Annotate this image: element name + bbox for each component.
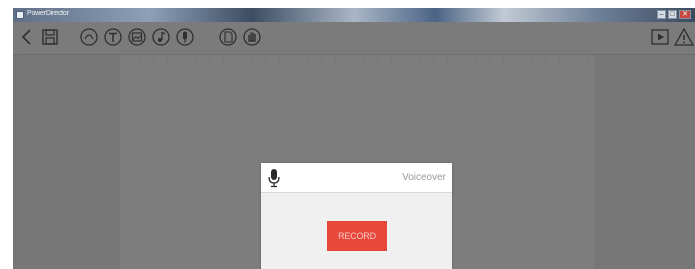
voiceover-button[interactable]	[175, 27, 195, 47]
window-title: PowerDirector	[27, 10, 69, 17]
app-window: PowerDirector – □ ✕ Voiceover RECORD	[13, 8, 695, 269]
add-music-button[interactable]	[151, 27, 171, 47]
document-icon	[219, 28, 237, 46]
hand-tool-button[interactable]	[242, 27, 262, 47]
play-button[interactable]	[650, 27, 670, 47]
back-icon	[21, 29, 31, 45]
close-button[interactable]: ✕	[679, 10, 691, 19]
left-ruler	[13, 55, 19, 269]
title-bar: PowerDirector – □ ✕	[13, 8, 695, 22]
shape-circle-icon	[80, 28, 98, 46]
left-workspace	[13, 55, 120, 269]
save-icon	[42, 29, 58, 45]
record-button[interactable]: RECORD	[327, 221, 387, 251]
add-text-button[interactable]	[103, 27, 123, 47]
microphone-icon	[268, 169, 280, 188]
top-ruler	[13, 55, 695, 61]
window-controls: – □ ✕	[657, 10, 691, 20]
toolbar	[13, 22, 695, 55]
add-document-button[interactable]	[218, 27, 238, 47]
voiceover-dialog: Voiceover RECORD	[261, 163, 452, 269]
back-button[interactable]	[17, 27, 37, 47]
image-icon	[128, 28, 146, 46]
music-icon	[152, 28, 170, 46]
app-logo-icon	[16, 11, 24, 19]
warning-icon	[674, 27, 694, 46]
add-image-button[interactable]	[127, 27, 147, 47]
save-button[interactable]	[40, 27, 60, 47]
dialog-title: Voiceover	[402, 172, 446, 183]
warning-button[interactable]	[674, 27, 694, 47]
play-icon	[651, 29, 669, 45]
minimize-button[interactable]: –	[657, 10, 666, 19]
microphone-icon	[176, 28, 194, 46]
maximize-button[interactable]: □	[668, 10, 677, 19]
right-workspace	[594, 55, 695, 269]
dialog-header: Voiceover	[261, 163, 452, 193]
hand-icon	[243, 28, 261, 46]
text-icon	[104, 28, 122, 46]
add-shape-button[interactable]	[79, 27, 99, 47]
